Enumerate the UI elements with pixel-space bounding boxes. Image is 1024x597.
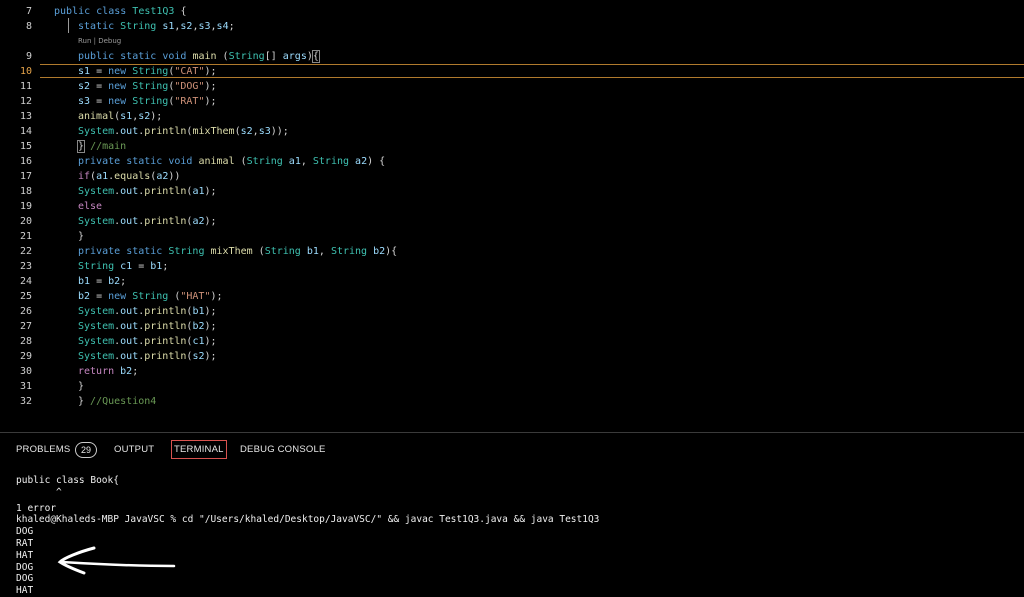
line-number: 17	[19, 171, 32, 182]
line-number: 11	[19, 81, 32, 92]
code-line[interactable]: 18 System.out.println(a1);	[0, 184, 1024, 199]
code-line[interactable]: 24 b1 = b2;	[0, 274, 1024, 289]
code-text[interactable]: s1 = new String("CAT");	[54, 64, 217, 79]
code-line[interactable]: 22 private static String mixThem (String …	[0, 244, 1024, 259]
code-text[interactable]: System.out.println(c1);	[54, 334, 217, 349]
problems-count-badge: 29	[75, 442, 97, 458]
line-number: 22	[19, 246, 32, 257]
code-text[interactable]: s3 = new String("RAT");	[54, 94, 217, 109]
line-number: 14	[19, 126, 32, 137]
code-line[interactable]: 30 return b2;	[0, 364, 1024, 379]
terminal-line: public class Book{	[16, 475, 119, 486]
code-text[interactable]: private static String mixThem (String b1…	[54, 244, 397, 259]
code-line[interactable]: 13 animal(s1,s2);	[0, 109, 1024, 124]
code-text[interactable]: animal(s1,s2);	[54, 109, 162, 124]
code-line[interactable]: 11 s2 = new String("DOG");	[0, 79, 1024, 94]
code-text[interactable]: System.out.println(s2);	[54, 349, 217, 364]
line-number: 10	[19, 66, 32, 77]
line-number: 15	[19, 141, 32, 152]
code-text[interactable]: System.out.println(a1);	[54, 184, 217, 199]
code-text[interactable]: else	[54, 199, 102, 214]
line-number: 13	[19, 111, 32, 122]
line-number: 28	[19, 336, 32, 347]
code-text[interactable]: } //Question4	[54, 394, 156, 409]
line-number: 7	[25, 6, 32, 17]
line-number: 27	[19, 321, 32, 332]
line-number: 20	[19, 216, 32, 227]
code-text[interactable]: System.out.println(b2);	[54, 319, 217, 334]
code-line[interactable]: 23 String c1 = b1;	[0, 259, 1024, 274]
code-line[interactable]: 8 static String s1,s2,s3,s4;	[0, 19, 1024, 34]
code-text[interactable]: System.out.println(a2);	[54, 214, 217, 229]
code-text[interactable]: public static void main (String[] args){	[54, 49, 320, 64]
line-number: 29	[19, 351, 32, 362]
code-text[interactable]: } //main	[54, 139, 126, 154]
code-text[interactable]: }	[54, 229, 84, 244]
line-number: 32	[19, 396, 32, 407]
tab-problems[interactable]: PROBLEMS	[16, 444, 70, 455]
code-text[interactable]: String c1 = b1;	[54, 259, 168, 274]
line-number: 8	[25, 21, 32, 32]
code-line[interactable]: 17 if(a1.equals(a2))	[0, 169, 1024, 184]
line-number: 30	[19, 366, 32, 377]
code-line[interactable]: 29 System.out.println(s2);	[0, 349, 1024, 364]
code-line[interactable]: 26 System.out.println(b1);	[0, 304, 1024, 319]
line-number: 12	[19, 96, 32, 107]
tab-output[interactable]: OUTPUT	[114, 444, 154, 455]
line-number: 25	[19, 291, 32, 302]
code-line[interactable]: 12 s3 = new String("RAT");	[0, 94, 1024, 109]
tab-terminal[interactable]: TERMINAL	[171, 440, 227, 459]
code-text[interactable]: b2 = new String ("HAT");	[54, 289, 223, 304]
code-text[interactable]: System.out.println(mixThem(s2,s3));	[54, 124, 289, 139]
terminal-line: DOG	[16, 526, 34, 538]
terminal-line: khaled@Khaleds-MBP JavaVSC % cd "/Users/…	[16, 514, 600, 526]
line-number: 19	[19, 201, 32, 212]
code-line[interactable]: 7 public class Test1Q3 {	[0, 4, 1024, 19]
line-number: 23	[19, 261, 32, 272]
code-text[interactable]: return b2;	[54, 364, 138, 379]
panel-tabs: PROBLEMS 29 OUTPUT TERMINAL DEBUG CONSOL…	[0, 433, 1024, 467]
codelens-run-debug[interactable]: Run | Debug	[78, 37, 121, 45]
line-number: 21	[19, 231, 32, 242]
code-line[interactable]: 31}	[0, 379, 1024, 394]
line-number: 16	[19, 156, 32, 167]
code-line[interactable]: 21}	[0, 229, 1024, 244]
line-number: 26	[19, 306, 32, 317]
tab-debug-console[interactable]: DEBUG CONSOLE	[240, 444, 325, 455]
code-line[interactable]: 28 System.out.println(c1);	[0, 334, 1024, 349]
line-number: 31	[19, 381, 32, 392]
code-text[interactable]: b1 = b2;	[54, 274, 126, 289]
code-line[interactable]: 10 s1 = new String("CAT");	[0, 64, 1024, 79]
code-text[interactable]: }	[54, 379, 84, 394]
terminal-line: 1 error	[16, 502, 57, 514]
hand-drawn-arrow	[57, 546, 176, 575]
code-line[interactable]: 25 b2 = new String ("HAT");	[0, 289, 1024, 304]
code-line[interactable]: 20 System.out.println(a2);	[0, 214, 1024, 229]
code-text[interactable]: static String s1,s2,s3,s4;	[54, 19, 235, 34]
code-editor[interactable]: Run | Debug 7 public class Test1Q3 { 8 stat…	[0, 0, 1024, 432]
code-line[interactable]: 15 } //main	[0, 139, 1024, 154]
code-text[interactable]: s2 = new String("DOG");	[54, 79, 217, 94]
code-line[interactable]: 9 public static void main (String[] args)…	[0, 49, 1024, 64]
code-line[interactable]: 27 System.out.println(b2);	[0, 319, 1024, 334]
code-text[interactable]: if(a1.equals(a2))	[54, 169, 180, 184]
code-text[interactable]: System.out.println(b1);	[54, 304, 217, 319]
code-line[interactable]: 32 } //Question4	[0, 394, 1024, 409]
line-number: 18	[19, 186, 32, 197]
line-number: 24	[19, 276, 32, 287]
terminal-line: HAT	[16, 585, 34, 597]
terminal-line: ^	[16, 486, 62, 498]
code-text[interactable]: private static void animal (String a1, S…	[54, 154, 385, 169]
line-number: 9	[25, 51, 32, 62]
code-text[interactable]: public class Test1Q3 {	[54, 4, 187, 19]
code-line[interactable]: 14 System.out.println(mixThem(s2,s3));	[0, 124, 1024, 139]
code-line[interactable]: 16 private static void animal (String a1,…	[0, 154, 1024, 169]
code-line[interactable]: 19 else	[0, 199, 1024, 214]
